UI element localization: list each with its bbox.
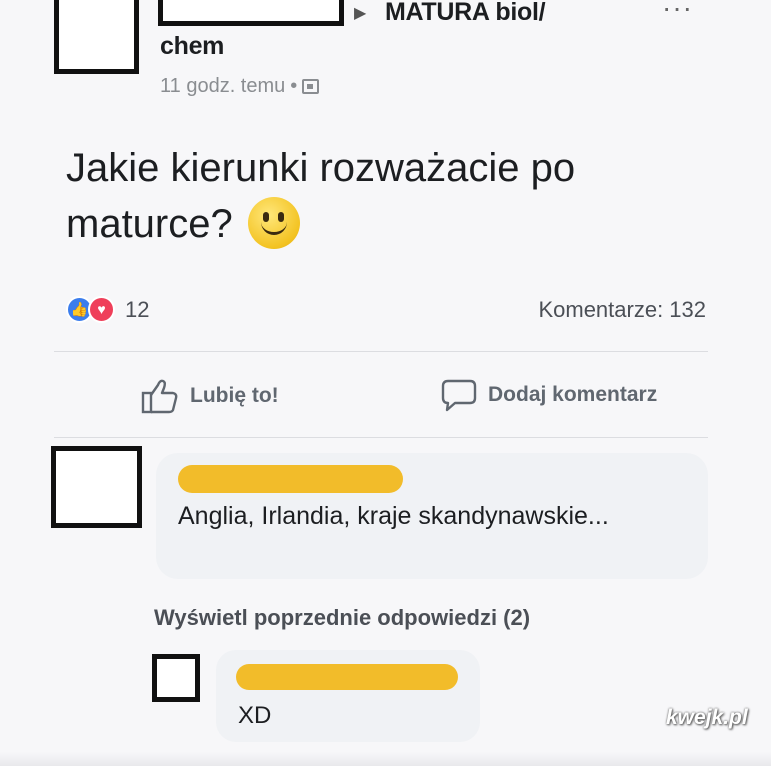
post-timestamp[interactable]: 11 godz. temu (160, 75, 285, 98)
image-icon (302, 79, 320, 94)
post-text-content: Jakie kierunki rozważacie po maturce? (66, 146, 576, 246)
divider (54, 437, 708, 438)
smiley-face-icon (247, 197, 300, 249)
comment-bubble-icon (441, 379, 477, 412)
post-author-name-redacted[interactable] (158, 0, 344, 26)
add-comment-button[interactable]: Dodaj komentarz (440, 377, 657, 413)
site-watermark: kwejk.pl (666, 706, 748, 729)
love-reaction-icon: ♥ (88, 296, 115, 323)
comment-text: Anglia, Irlandia, kraje skandynawskie... (178, 502, 609, 530)
divider (54, 351, 708, 352)
reply-text: XD (238, 702, 272, 729)
post-meta: 11 godz. temu • (160, 75, 320, 98)
like-button-label: Lubię to! (190, 384, 279, 407)
group-name-link[interactable]: MATURA biol/ (385, 0, 546, 27)
thumbs-up-icon (141, 379, 178, 414)
redacted-author-name-scribble (236, 664, 458, 690)
group-name-link-continued[interactable]: chem (160, 32, 224, 61)
add-comment-label: Dodaj komentarz (488, 383, 658, 406)
group-arrow-icon: ▶ (354, 5, 367, 22)
commenter-avatar[interactable] (51, 446, 142, 528)
post-author-avatar[interactable] (54, 0, 139, 74)
redacted-author-name-scribble (178, 465, 403, 493)
comments-count-link[interactable]: Komentarze: 132 (538, 297, 706, 323)
more-options-icon[interactable]: ··· (662, 0, 693, 24)
like-button[interactable]: Lubię to! (140, 377, 279, 415)
reaction-count: 12 (125, 296, 150, 322)
post-text: Jakie kierunki rozważacie po maturce? (66, 140, 706, 252)
view-previous-replies-link[interactable]: Wyświetl poprzednie odpowiedzi (2) (154, 605, 530, 631)
bottom-edge (0, 752, 771, 766)
reactions-summary[interactable]: 👍 ♥ 12 (66, 296, 149, 323)
reply-author-avatar[interactable] (152, 654, 200, 702)
meta-separator: • (290, 75, 298, 97)
